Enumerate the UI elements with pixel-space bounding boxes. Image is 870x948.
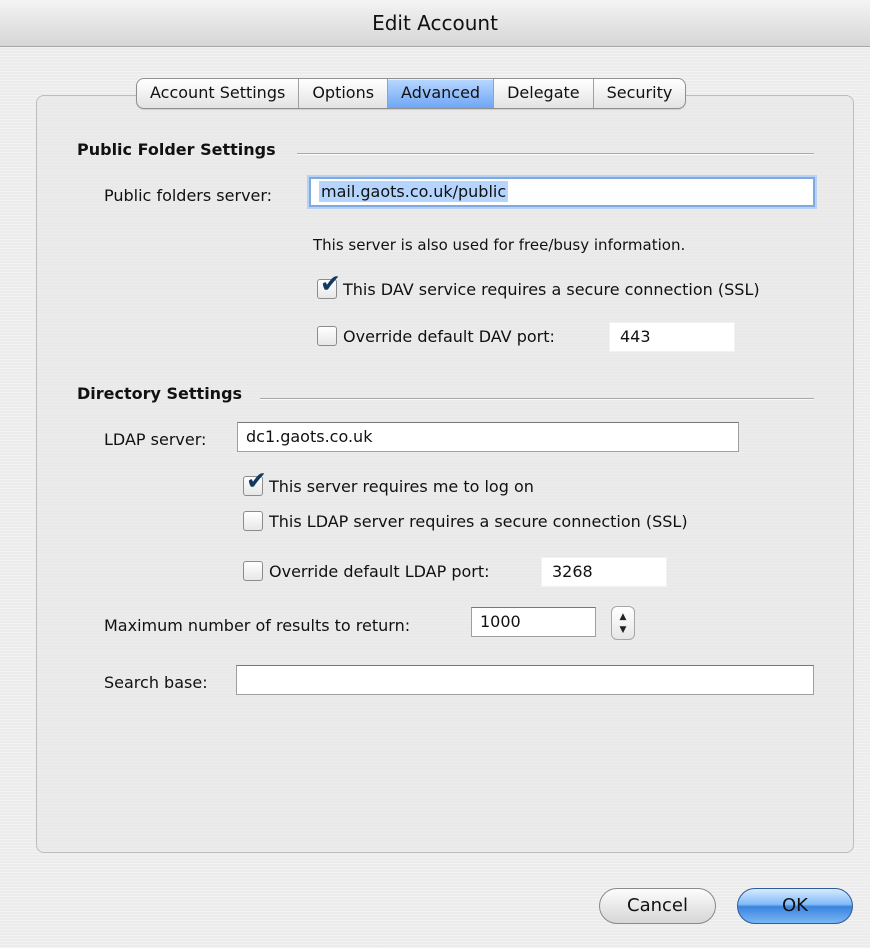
- tab-bar: Account Settings Options Advanced Delega…: [136, 78, 687, 109]
- ldap-server-label: LDAP server:: [104, 430, 207, 449]
- max-results-input[interactable]: 1000: [471, 607, 596, 637]
- tab-account-settings[interactable]: Account Settings: [137, 79, 300, 108]
- dav-ssl-label: This DAV service requires a secure conne…: [343, 279, 760, 299]
- title-bar: Edit Account: [0, 0, 870, 47]
- directory-settings-heading: Directory Settings: [77, 384, 243, 403]
- free-busy-info-text: This server is also used for free/busy i…: [313, 236, 686, 254]
- override-dav-port-checkbox[interactable]: [317, 326, 337, 346]
- tab-delegate[interactable]: Delegate: [494, 79, 594, 108]
- ldap-port-field[interactable]: 3268: [541, 557, 667, 587]
- dav-port-field[interactable]: 443: [609, 322, 735, 352]
- dav-ssl-checkbox[interactable]: ✔: [317, 271, 341, 299]
- public-folders-server-value: mail.gaots.co.uk/public: [319, 181, 509, 202]
- ldap-ssl-option[interactable]: This LDAP server requires a secure conne…: [243, 507, 688, 535]
- public-folders-server-input[interactable]: mail.gaots.co.uk/public: [309, 177, 815, 207]
- window-title: Edit Account: [372, 11, 498, 35]
- ok-button[interactable]: OK: [737, 888, 853, 924]
- ldap-logon-label: This server requires me to log on: [269, 476, 534, 496]
- public-folders-server-label: Public folders server:: [104, 186, 273, 205]
- tab-options[interactable]: Options: [299, 79, 389, 108]
- stepper-up-arrow-icon[interactable]: ▲: [612, 613, 634, 622]
- checkmark-icon: ✔: [246, 466, 267, 495]
- override-dav-port-label: Override default DAV port:: [343, 326, 555, 346]
- ldap-logon-checkbox[interactable]: ✔: [243, 468, 267, 496]
- checkmark-icon: ✔: [320, 269, 341, 298]
- override-ldap-port-checkbox[interactable]: [243, 561, 263, 581]
- tab-security[interactable]: Security: [594, 79, 686, 108]
- cancel-button[interactable]: Cancel: [599, 888, 716, 924]
- dav-ssl-option[interactable]: ✔ This DAV service requires a secure con…: [317, 271, 760, 303]
- directory-divider: [260, 398, 814, 400]
- stepper-down-arrow-icon[interactable]: ▼: [612, 626, 634, 635]
- override-ldap-port-label: Override default LDAP port:: [269, 561, 490, 581]
- max-results-label: Maximum number of results to return:: [104, 616, 411, 635]
- search-base-input[interactable]: [236, 665, 814, 695]
- public-folder-settings-heading: Public Folder Settings: [77, 140, 276, 159]
- public-folder-divider: [297, 153, 814, 155]
- max-results-stepper[interactable]: ▲ ▼: [611, 606, 635, 640]
- override-ldap-port-option[interactable]: Override default LDAP port:: [243, 557, 490, 585]
- ldap-server-input[interactable]: dc1.gaots.co.uk: [237, 422, 739, 452]
- override-dav-port-option[interactable]: Override default DAV port:: [317, 322, 555, 350]
- ldap-logon-option[interactable]: ✔ This server requires me to log on: [243, 468, 534, 500]
- ldap-ssl-checkbox[interactable]: [243, 511, 263, 531]
- tab-advanced[interactable]: Advanced: [388, 79, 495, 108]
- search-base-label: Search base:: [104, 673, 208, 692]
- ldap-ssl-label: This LDAP server requires a secure conne…: [269, 511, 688, 531]
